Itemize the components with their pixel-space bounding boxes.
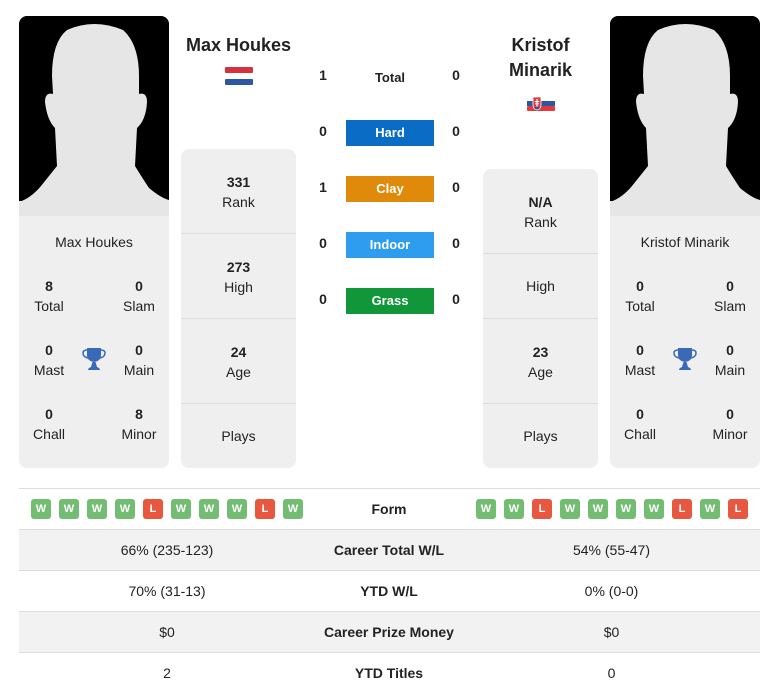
player1-photo [19,16,169,216]
form-badge-win[interactable]: W [59,499,79,519]
player2-info-box: N/A Rank High 23 Age Plays [483,169,598,468]
surface-indoor[interactable]: Indoor [346,232,434,258]
form-badge-win[interactable]: W [283,499,303,519]
h2h-total-p2: 0 [452,67,460,83]
surface-hard[interactable]: Hard [346,120,434,146]
player2-age: 23 Age [528,343,553,380]
player1-value: 70% (31-13) [128,583,206,599]
silhouette-icon [610,16,760,216]
player1-high: 273 High [224,258,253,295]
player1-titles-mast: 0 Mast [33,342,65,378]
form-badge-loss[interactable]: L [672,499,692,519]
player2-card-name: Kristof Minarik [640,234,730,250]
player2-titles-minor: 0 Minor [712,406,748,442]
silhouette-icon [19,16,169,216]
player1-form: WWWWLWWWLW [31,489,303,529]
player2-value: 0 [607,665,616,681]
player1-rank: 331 Rank [222,173,255,210]
player1-titles-total: 8 Total [34,278,64,314]
table-row: 66% (235-123) Career Total W/L 54% (55-4… [19,529,760,570]
table-row: 70% (31-13) YTD W/L 0% (0-0) [19,570,760,611]
player2-name[interactable]: Kristof Minarik [483,33,598,83]
surface-grass[interactable]: Grass [346,288,434,314]
table-row: 2 YTD Titles 0 [19,652,760,693]
form-badge-win[interactable]: W [644,499,664,519]
h2h-clay-p1: 1 [319,179,327,195]
player1-info-box: 331 Rank 273 High 24 Age Plays [181,149,296,468]
form-row: WWWWLWWWLW Form WWLWWWWLWL [19,488,760,529]
player2-titles-slam: 0 Slam [714,278,746,314]
player1-name[interactable]: Max Houkes [178,33,299,58]
player2-titles-main: 0 Main [714,342,746,378]
player2-plays: Plays [523,428,558,444]
player2-high: High [526,278,555,294]
player1-titles-main: 0 Main [123,342,155,378]
trophy-icon [81,346,107,372]
player1-plays: Plays [221,428,256,444]
form-label: Form [371,501,407,517]
h2h-grass-p1: 0 [319,291,327,307]
form-badge-loss[interactable]: L [532,499,552,519]
player2-value: 0% (0-0) [584,583,639,599]
form-badge-win[interactable]: W [560,499,580,519]
row-label: Career Prize Money [324,624,454,640]
form-badge-loss[interactable]: L [143,499,163,519]
player1-value: 66% (235-123) [120,542,214,558]
row-label: YTD Titles [354,665,424,681]
form-badge-win[interactable]: W [199,499,219,519]
form-badge-win[interactable]: W [31,499,51,519]
player1-titles-slam: 0 Slam [123,278,155,314]
slovakia-flag-icon [527,94,555,114]
form-badge-win[interactable]: W [227,499,247,519]
player1-titles-minor: 8 Minor [121,406,157,442]
table-row: $0 Career Prize Money $0 [19,611,760,652]
player1-value: 2 [163,665,171,681]
form-badge-win[interactable]: W [504,499,524,519]
player1-age: 24 Age [226,343,251,380]
h2h-hard-p1: 0 [319,123,327,139]
form-badge-win[interactable]: W [87,499,107,519]
player2-titles-mast: 0 Mast [624,342,656,378]
player2-titles-total: 0 Total [625,278,655,314]
player2-card: Kristof Minarik 0 Total 0 Slam 0 Mast 0 … [610,16,760,468]
form-badge-win[interactable]: W [171,499,191,519]
form-badge-win[interactable]: W [616,499,636,519]
row-label: Career Total W/L [333,542,445,558]
player2-value: 54% (55-47) [572,542,651,558]
form-badge-loss[interactable]: L [728,499,748,519]
player2-rank: N/A Rank [524,193,557,230]
h2h-total-p1: 1 [319,67,327,83]
h2h-total-label: Total [374,70,406,85]
form-badge-win[interactable]: W [588,499,608,519]
h2h-clay-p2: 0 [452,179,460,195]
netherlands-flag-icon [225,66,253,86]
trophy-icon [672,346,698,372]
player1-value: $0 [159,624,175,640]
form-badge-win[interactable]: W [476,499,496,519]
player2-value: $0 [603,624,620,640]
player2-form: WWLWWWWLWL [476,489,748,529]
player1-card-name: Max Houkes [55,234,133,250]
form-badge-win[interactable]: W [115,499,135,519]
form-badge-win[interactable]: W [700,499,720,519]
row-label: YTD W/L [360,583,418,599]
player1-card: Max Houkes 8 Total 0 Slam 0 Mast 0 Main … [19,16,169,468]
h2h-hard-p2: 0 [452,123,460,139]
player1-titles-chall: 0 Chall [33,406,65,442]
h2h-grass-p2: 0 [452,291,460,307]
player2-photo [610,16,760,216]
player2-titles-chall: 0 Chall [624,406,656,442]
h2h-indoor-p2: 0 [452,235,460,251]
form-badge-loss[interactable]: L [255,499,275,519]
h2h-indoor-p1: 0 [319,235,327,251]
surface-clay[interactable]: Clay [346,176,434,202]
